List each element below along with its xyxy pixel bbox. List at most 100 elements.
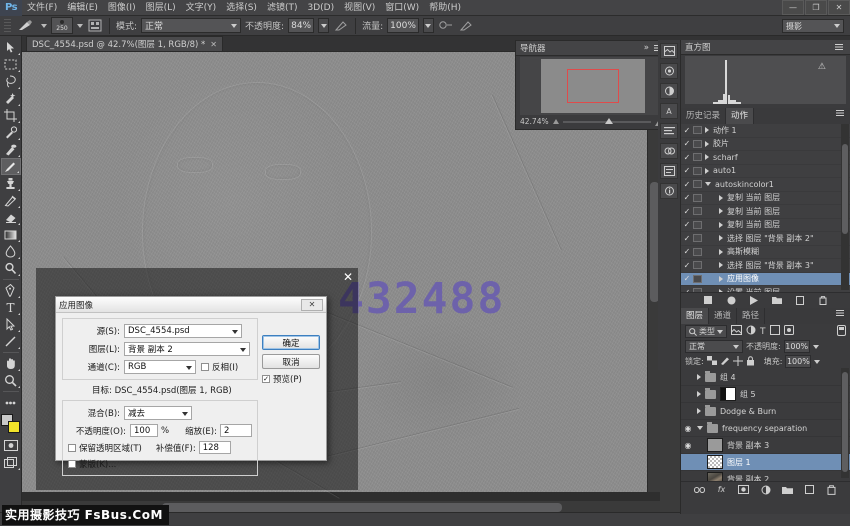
action-enabled-checkbox[interactable]: ✓	[681, 220, 693, 229]
screen-mode-toggle[interactable]	[1, 454, 21, 471]
eye-icon[interactable]: ◉	[681, 424, 695, 433]
menu-item-3[interactable]: 图层(L)	[141, 0, 181, 16]
mini-bridge-icon[interactable]	[660, 43, 678, 59]
eyedropper-tool[interactable]	[1, 124, 21, 141]
options-bar-grip[interactable]	[4, 19, 11, 33]
action-dialog-toggle[interactable]	[693, 207, 702, 215]
layers-scrollbar[interactable]	[841, 368, 849, 478]
actions-tab-1[interactable]: 动作	[726, 108, 754, 124]
fill-stepper-icon[interactable]	[814, 360, 820, 364]
channel-select[interactable]: RGB	[124, 360, 196, 374]
chevron-right-icon[interactable]	[705, 154, 709, 160]
lock-image-icon[interactable]	[720, 356, 730, 367]
chevron-right-icon[interactable]	[719, 195, 723, 201]
action-dialog-toggle[interactable]	[693, 234, 702, 242]
filter-adjustment-icon[interactable]	[746, 325, 756, 338]
action-dialog-toggle[interactable]	[693, 194, 702, 202]
dialog-close-button[interactable]: ✕	[301, 299, 323, 311]
character-panel-icon[interactable]: A	[660, 103, 678, 119]
layer-row[interactable]: 组 5	[681, 386, 850, 403]
opacity-stepper-icon[interactable]	[813, 345, 819, 349]
background-color-swatch[interactable]	[8, 421, 20, 433]
chevron-right-icon[interactable]	[719, 262, 723, 268]
chevron-right-icon[interactable]	[697, 408, 701, 414]
layer-row[interactable]: ◉frequency separation	[681, 420, 850, 437]
lock-position-icon[interactable]	[733, 356, 743, 368]
blend-mode-select[interactable]: 正常	[141, 18, 241, 33]
info-panel-icon[interactable]	[660, 183, 678, 199]
blur-tool[interactable]	[1, 243, 21, 260]
action-row[interactable]: ✓复制 当前 图层	[681, 219, 850, 233]
action-row[interactable]: ✓选择 图层 "背景 副本 3"	[681, 259, 850, 273]
action-row[interactable]: ✓scharf	[681, 151, 850, 165]
gradient-tool[interactable]	[1, 226, 21, 243]
lasso-tool[interactable]	[1, 73, 21, 90]
mask-icon[interactable]	[738, 484, 749, 495]
actions-list[interactable]: ✓动作 1✓胶片✓scharf✓auto1✓autoskincolor1✓复制 …	[681, 124, 850, 292]
brush-preview-icon[interactable]	[15, 18, 37, 34]
history-brush-tool[interactable]	[1, 192, 21, 209]
action-row[interactable]: ✓胶片	[681, 138, 850, 152]
menu-item-0[interactable]: 文件(F)	[22, 0, 62, 16]
scale-input[interactable]: 2	[220, 424, 252, 437]
preserve-transparency-checkbox[interactable]	[68, 444, 76, 452]
filter-shape-icon[interactable]	[770, 325, 780, 338]
navigator-zoom-slider[interactable]	[563, 117, 651, 126]
edit-toolbar-icon[interactable]	[1, 394, 21, 411]
canvas-close-x-icon[interactable]: ✕	[343, 270, 353, 284]
layers-list[interactable]: 组 4组 5Dodge & Burn◉frequency separation◉…	[681, 369, 850, 481]
action-enabled-checkbox[interactable]: ✓	[681, 261, 693, 270]
zoom-out-icon[interactable]	[553, 119, 559, 124]
new-set-icon[interactable]	[772, 295, 783, 306]
action-row[interactable]: ✓应用图像	[681, 273, 850, 287]
close-button[interactable]: ✕	[828, 0, 850, 15]
layers-tab-1[interactable]: 通道	[709, 308, 737, 324]
layer-row[interactable]: 组 4	[681, 369, 850, 386]
close-icon[interactable]: ✕	[210, 40, 217, 49]
action-row[interactable]: ✓auto1	[681, 165, 850, 179]
adjustment-icon[interactable]	[760, 484, 771, 495]
layer-filter-select[interactable]: 类型	[685, 325, 727, 338]
actions-scrollbar[interactable]	[841, 124, 849, 290]
action-dialog-toggle[interactable]	[693, 221, 702, 229]
record-icon[interactable]	[726, 295, 737, 306]
maximize-button[interactable]: ❐	[805, 0, 827, 15]
brush-size-field[interactable]: 250	[51, 17, 73, 34]
color-panel-icon[interactable]	[660, 63, 678, 79]
layer-thumbnail[interactable]	[707, 438, 723, 452]
workspace-select[interactable]: 摄影	[782, 19, 844, 33]
menu-item-4[interactable]: 文字(Y)	[181, 0, 222, 16]
action-enabled-checkbox[interactable]: ✓	[681, 193, 693, 202]
action-row[interactable]: ✓设置 当前 图层	[681, 286, 850, 292]
move-tool[interactable]	[1, 39, 21, 56]
action-enabled-checkbox[interactable]: ✓	[681, 166, 693, 175]
new-action-icon[interactable]	[795, 295, 806, 306]
menu-item-9[interactable]: 窗口(W)	[380, 0, 424, 16]
layers-tab-0[interactable]: 图层	[681, 308, 709, 324]
flow-stepper[interactable]	[423, 18, 434, 33]
color-swatches[interactable]	[1, 414, 21, 434]
brush-tool[interactable]	[1, 158, 21, 175]
dialog-title-bar[interactable]: 应用图像 ✕	[56, 297, 326, 313]
document-tab[interactable]: DSC_4554.psd @ 42.7%(图层 1, RGB/8) * ✕	[26, 36, 223, 51]
opacity-input[interactable]: 84%	[288, 18, 314, 33]
action-dialog-toggle[interactable]	[693, 248, 702, 256]
action-row[interactable]: ✓高斯模糊	[681, 246, 850, 260]
action-dialog-toggle[interactable]	[693, 153, 702, 161]
eraser-tool[interactable]	[1, 209, 21, 226]
scrollbar-thumb[interactable]	[842, 144, 848, 234]
eye-icon[interactable]: ◉	[681, 441, 695, 450]
styles-panel-icon[interactable]	[660, 143, 678, 159]
actions-tab-0[interactable]: 历史记录	[681, 108, 726, 124]
blend-select[interactable]: 减去	[124, 406, 192, 420]
scrollbar-thumb[interactable]	[842, 372, 848, 472]
action-row[interactable]: ✓复制 当前 图层	[681, 192, 850, 206]
menu-item-5[interactable]: 选择(S)	[221, 0, 262, 16]
healing-brush-tool[interactable]	[1, 141, 21, 158]
adjustments-panel-icon[interactable]	[660, 83, 678, 99]
filter-type-icon[interactable]: T	[760, 327, 766, 337]
histogram-graph[interactable]: ⚠	[685, 56, 846, 104]
quick-selection-tool[interactable]	[1, 90, 21, 107]
chevron-down-icon[interactable]	[697, 426, 703, 430]
action-row[interactable]: ✓动作 1	[681, 124, 850, 138]
